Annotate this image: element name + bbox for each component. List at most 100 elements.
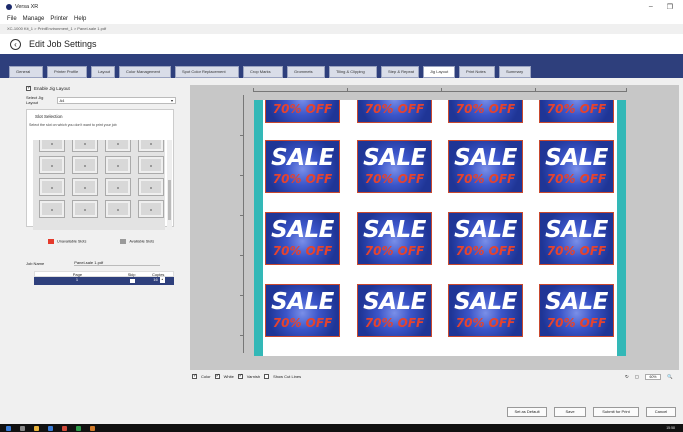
slot-grid-scrollbar[interactable]: [167, 140, 172, 230]
folder-icon[interactable]: [34, 425, 39, 431]
slot[interactable]: [39, 200, 65, 218]
top-ruler: [253, 86, 627, 92]
copies-value[interactable]: 16: [153, 277, 157, 282]
tab-tiling-clipping[interactable]: Tiling & Clipping: [329, 66, 377, 78]
tile-sale-text: SALE: [545, 289, 608, 315]
slot[interactable]: [39, 140, 65, 152]
col-page: Page: [72, 272, 83, 277]
cancel-button[interactable]: Cancel: [646, 407, 676, 417]
submit-for-print-button[interactable]: Submit for Print: [593, 407, 639, 417]
tab-grommets[interactable]: Grommets: [287, 66, 325, 78]
jig-layout-select[interactable]: A4 ▾: [56, 96, 176, 104]
sale-tile: SALE70% OFF: [539, 284, 614, 337]
menu-file[interactable]: File: [7, 16, 17, 22]
tab-layout[interactable]: Layout: [91, 66, 115, 78]
tab-print-notes[interactable]: Print Notes: [459, 66, 495, 78]
zoom-input[interactable]: 60%: [645, 374, 662, 380]
menu-printer[interactable]: Printer: [50, 16, 68, 22]
tile-off-text: 70% OFF: [546, 102, 607, 116]
enable-jig-checkbox[interactable]: [26, 85, 31, 91]
app-icon[interactable]: [90, 425, 95, 431]
row-page: 1: [75, 277, 79, 282]
scrollbar-thumb[interactable]: [168, 180, 171, 220]
tab-general[interactable]: General: [9, 66, 43, 78]
slot[interactable]: [105, 178, 131, 196]
slot[interactable]: [138, 140, 164, 152]
jig-sheet: SALE70% OFFSALE70% OFFSALE70% OFFSALE70%…: [254, 100, 626, 356]
slot[interactable]: [105, 140, 131, 152]
app-title: Versa XR: [15, 4, 39, 10]
tile-sale-text: SALE: [363, 145, 426, 171]
restore-button[interactable]: ❐: [667, 3, 673, 11]
tile-off-text: 70% OFF: [546, 244, 607, 258]
slot[interactable]: [39, 178, 65, 196]
slot[interactable]: [105, 200, 131, 218]
tab-crop-marks[interactable]: Crop Marks: [243, 66, 283, 78]
slot[interactable]: [39, 156, 65, 174]
tile-off-text: 70% OFF: [364, 316, 425, 330]
slot[interactable]: [72, 156, 98, 174]
slot-legend: Unavailable Slots Available Slots: [48, 239, 154, 244]
tab-color-management[interactable]: Color Management: [119, 66, 171, 78]
menu-bar: File Manage Printer Help: [0, 14, 683, 24]
title-bar: Versa XR – ❐: [0, 0, 683, 14]
tile-sale-text: SALE: [454, 145, 517, 171]
cut-lines-label: Show Cut Lines: [273, 374, 302, 379]
copies-stepper[interactable]: ▴: [159, 277, 165, 283]
white-checkbox[interactable]: [214, 373, 220, 379]
set-default-button[interactable]: Set as Default: [507, 407, 547, 417]
slot[interactable]: [72, 200, 98, 218]
rotate-icon[interactable]: ↻: [625, 374, 629, 380]
tab-step-repeat[interactable]: Step & Repeat: [381, 66, 419, 78]
menu-help[interactable]: Help: [74, 16, 86, 22]
slot[interactable]: [138, 156, 164, 174]
legend-unavailable: Unavailable Slots: [57, 239, 87, 244]
zoom-in-icon[interactable]: 🔍: [667, 374, 673, 380]
minimize-button[interactable]: –: [649, 3, 653, 11]
table-row[interactable]: 1 16 ▴: [34, 277, 174, 285]
settings-tabs: General Printer Profile Layout Color Man…: [9, 66, 531, 78]
slot[interactable]: [72, 140, 98, 152]
app-icon[interactable]: [62, 425, 67, 431]
tab-printer-profile[interactable]: Printer Profile: [47, 66, 87, 78]
tile-off-text: 70% OFF: [272, 244, 333, 258]
col-copies: Copies: [151, 272, 165, 277]
slot[interactable]: [72, 178, 98, 196]
col-skip: Skip: [127, 272, 136, 277]
start-icon[interactable]: [6, 425, 11, 431]
slot[interactable]: [138, 200, 164, 218]
tab-spot-color-replacement[interactable]: Spot Color Replacement: [175, 66, 239, 78]
menu-manage[interactable]: Manage: [23, 16, 45, 22]
tile-sale-text: SALE: [540, 100, 613, 101]
tile-sale-text: SALE: [454, 217, 517, 243]
slot[interactable]: [138, 178, 164, 196]
skip-checkbox[interactable]: [129, 279, 135, 283]
tile-sale-text: SALE: [454, 289, 517, 315]
color-checkbox[interactable]: [192, 373, 197, 379]
browser-icon[interactable]: [48, 425, 53, 431]
varnish-checkbox[interactable]: [237, 373, 243, 379]
zoom-controls: ↻ ▢ 60% 🔍: [625, 374, 673, 380]
tile-off-text: 70% OFF: [455, 244, 516, 258]
app-icon: [6, 4, 12, 10]
sale-tile: SALE70% OFF: [265, 140, 340, 193]
tab-summary[interactable]: Summary: [499, 66, 531, 78]
view-options: Color White Varnish Show Cut Lines: [192, 373, 302, 379]
cut-lines-checkbox[interactable]: [264, 374, 270, 379]
save-button[interactable]: Save: [554, 407, 586, 417]
sale-tile: SALE70% OFF: [448, 140, 523, 193]
tab-jig-layout[interactable]: Jig Layout: [423, 66, 455, 78]
varnish-label: Varnish: [246, 374, 261, 379]
tile-sale-text: SALE: [266, 100, 339, 101]
search-icon[interactable]: [20, 425, 25, 431]
fit-icon[interactable]: ▢: [635, 374, 639, 380]
tile-off-text: 70% OFF: [546, 172, 607, 186]
back-button[interactable]: ‹: [10, 38, 21, 50]
app-icon[interactable]: [76, 425, 81, 431]
tile-sale-text: SALE: [545, 145, 608, 171]
sale-tile: SALE70% OFF: [539, 100, 614, 123]
tile-off-text: 70% OFF: [455, 316, 516, 330]
slot[interactable]: [105, 156, 131, 174]
taskbar-clock: 15:58: [666, 426, 675, 430]
select-jig-label: Select Jig Layout: [26, 95, 44, 105]
